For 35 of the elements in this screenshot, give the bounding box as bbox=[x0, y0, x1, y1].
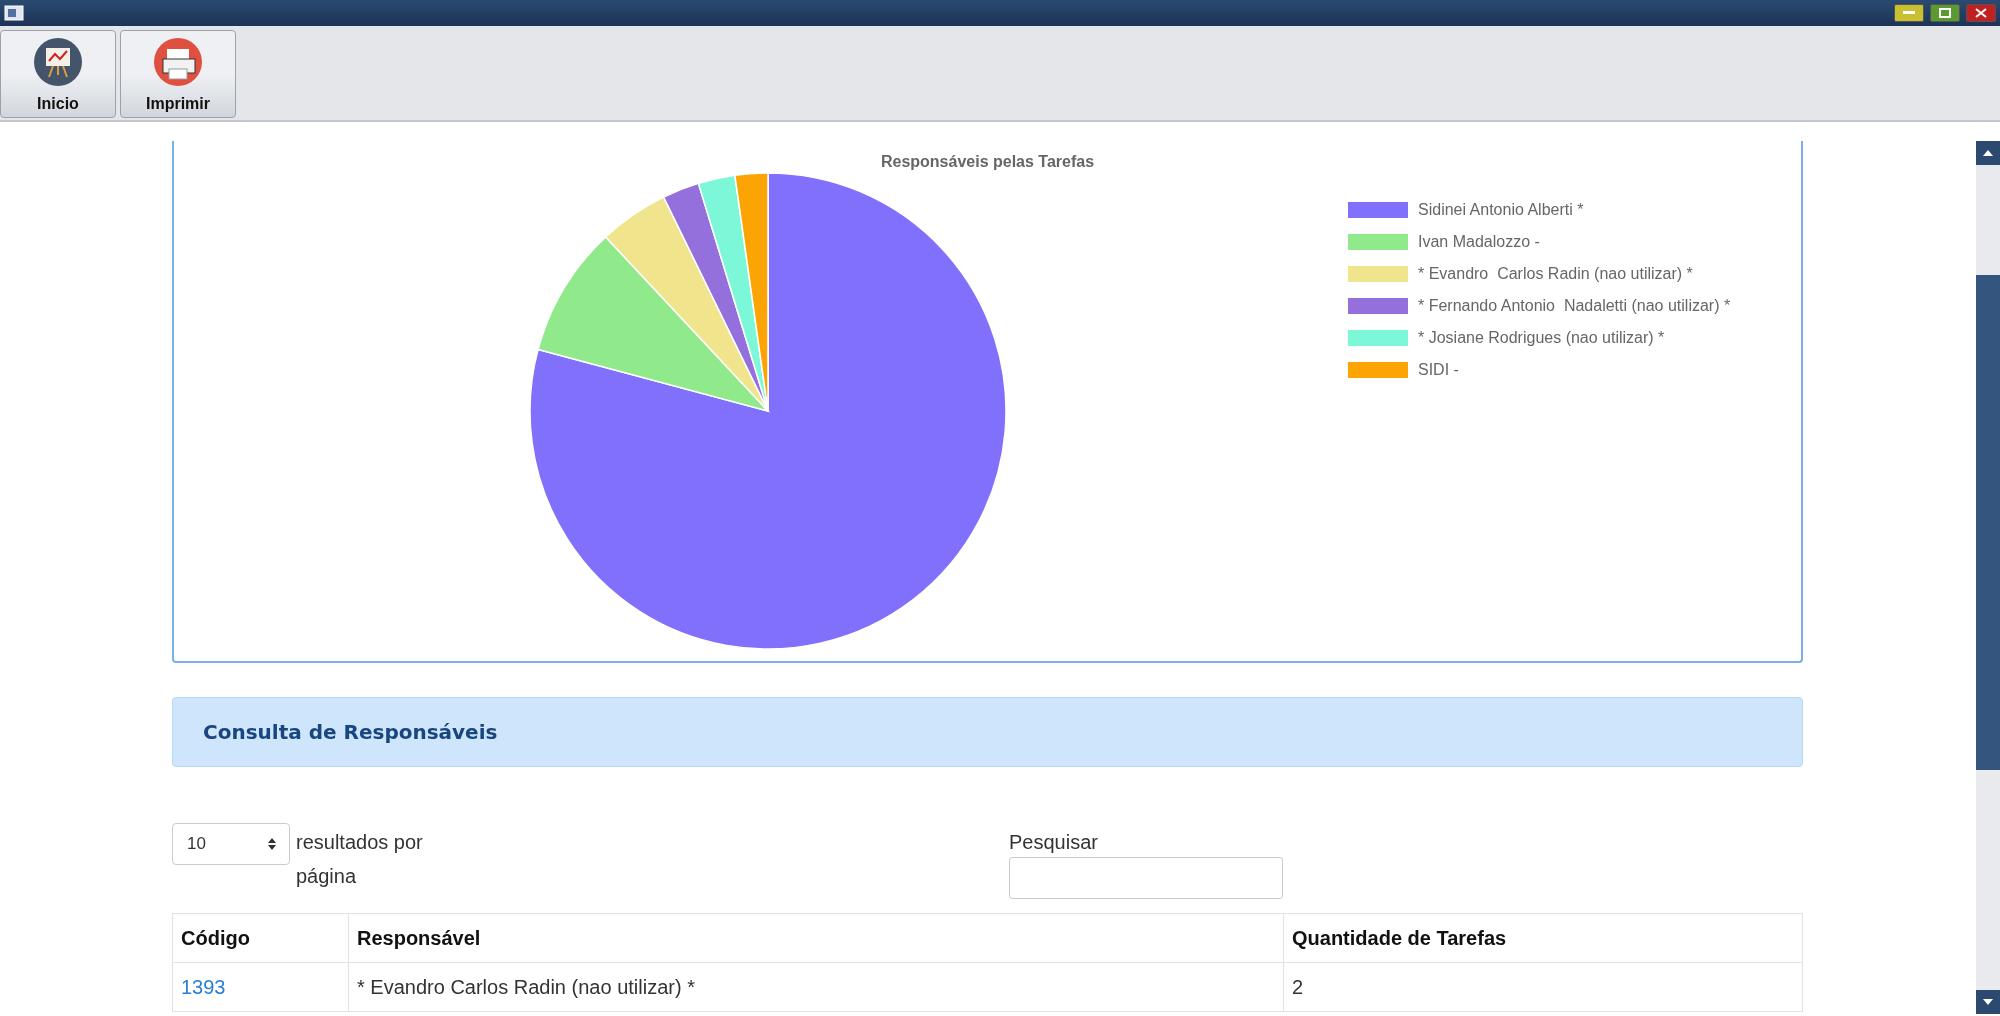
easel-icon bbox=[33, 37, 83, 87]
close-button[interactable] bbox=[1966, 4, 1996, 22]
search-field[interactable] bbox=[1009, 857, 1283, 899]
table-cell: 2 bbox=[1283, 962, 1803, 1012]
toolbar-button[interactable]: Imprimir bbox=[120, 30, 236, 118]
minimize-button[interactable] bbox=[1894, 4, 1924, 22]
page-size-label: resultados por página bbox=[296, 830, 424, 889]
toolbar-button[interactable]: Inicio bbox=[0, 30, 116, 118]
page-size-select[interactable]: 10 bbox=[172, 823, 290, 865]
code-link[interactable]: 1393 bbox=[181, 975, 226, 998]
scroll-thumb[interactable] bbox=[1976, 275, 2000, 770]
legend-label: * Evandro Carlos Radin (nao utilizar) * bbox=[1418, 265, 1693, 283]
sort-arrows-icon bbox=[267, 837, 277, 851]
chart-title: Responsáveis pelas Tarefas bbox=[879, 152, 1096, 171]
table-cell: * Evandro Carlos Radin (nao utilizar) * bbox=[348, 962, 1284, 1012]
scroll-down-button[interactable] bbox=[1976, 990, 2000, 1014]
scroll-up-button[interactable] bbox=[1976, 141, 2000, 165]
column-header[interactable]: Responsável bbox=[348, 913, 1284, 963]
column-header[interactable]: Quantidade de Tarefas bbox=[1283, 913, 1803, 963]
column-header[interactable]: Código bbox=[172, 913, 349, 963]
minimize-icon bbox=[1903, 11, 1915, 15]
legend-label: Ivan Madalozzo - bbox=[1418, 233, 1540, 251]
legend-label: SIDI - bbox=[1418, 361, 1459, 379]
panel-title: Consulta de Responsáveis bbox=[203, 720, 498, 744]
legend-label: * Fernando Antonio Nadaletti (nao utilizar) * bbox=[1418, 297, 1731, 315]
search-label: Pesquisar bbox=[1009, 830, 1099, 855]
window-icon bbox=[4, 5, 24, 21]
up-arrow-icon bbox=[1982, 149, 1994, 157]
legend-label: * Josiane Rodrigues (nao utilizar) * bbox=[1418, 329, 1665, 347]
close-icon bbox=[1975, 8, 1987, 18]
down-arrow-icon bbox=[1982, 998, 1994, 1006]
legend-label: Sidinei Antonio Alberti * bbox=[1418, 201, 1584, 219]
printer-icon bbox=[153, 37, 203, 87]
maximize-button[interactable] bbox=[1930, 4, 1960, 22]
maximize-icon bbox=[1939, 8, 1951, 18]
